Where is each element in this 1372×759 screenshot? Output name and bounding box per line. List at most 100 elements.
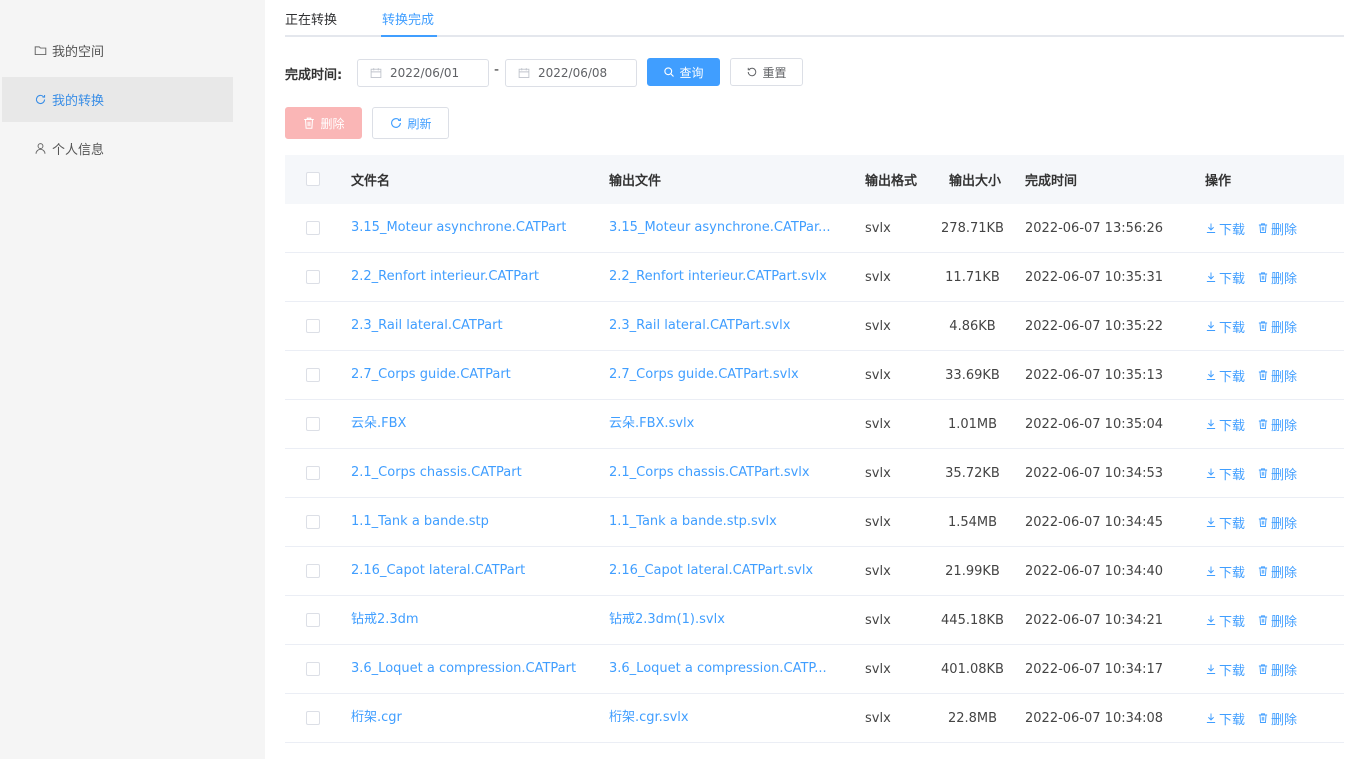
refresh-button-label: 刷新 — [407, 116, 432, 131]
filename-cell: 钻戒2.3dm — [351, 596, 601, 644]
download-icon — [1206, 370, 1216, 380]
download-button[interactable]: 下载 — [1205, 415, 1245, 434]
row-select-cell — [306, 547, 320, 595]
filename-cell: 2.16_Capot lateral.CATPart — [351, 547, 601, 595]
output-file-link[interactable]: 桁架.cgr.svlx — [609, 694, 689, 742]
download-button[interactable]: 下载 — [1205, 611, 1245, 630]
download-button[interactable]: 下载 — [1205, 366, 1245, 385]
download-label: 下载 — [1219, 712, 1246, 728]
filename-link[interactable]: 钻戒2.3dm — [351, 596, 419, 644]
download-label: 下载 — [1219, 614, 1246, 630]
select-all-checkbox[interactable] — [306, 172, 320, 186]
download-label: 下载 — [1219, 516, 1246, 532]
row-delete-button[interactable]: 删除 — [1257, 562, 1297, 581]
filename-cell: 3.6_Loquet a compression.CATPart — [351, 645, 601, 693]
download-button[interactable]: 下载 — [1205, 268, 1245, 287]
row-checkbox[interactable] — [306, 319, 320, 333]
filename-link[interactable]: 2.2_Renfort interieur.CATPart — [351, 253, 539, 301]
output-file-link[interactable]: 1.1_Tank a bande.stp.svlx — [609, 498, 777, 546]
filename-link[interactable]: 2.7_Corps guide.CATPart — [351, 351, 511, 399]
output-file-link[interactable]: 3.15_Moteur asynchrone.CATPar... — [609, 204, 831, 252]
row-checkbox[interactable] — [306, 662, 320, 676]
row-checkbox[interactable] — [306, 613, 320, 627]
output-cell: 1.1_Tank a bande.stp.svlx — [609, 498, 849, 546]
output-file-link[interactable]: 钻戒2.3dm(1).svlx — [609, 596, 725, 644]
row-checkbox[interactable] — [306, 711, 320, 725]
row-delete-button[interactable]: 删除 — [1257, 660, 1297, 679]
filename-link[interactable]: 3.6_Loquet a compression.CATPart — [351, 645, 576, 693]
row-checkbox[interactable] — [306, 466, 320, 480]
download-button[interactable]: 下载 — [1205, 709, 1245, 728]
row-checkbox[interactable] — [306, 221, 320, 235]
sidebar-item-my-space[interactable]: 我的空间 — [2, 28, 233, 73]
download-button[interactable]: 下载 — [1205, 464, 1245, 483]
filename-link[interactable]: 云朵.FBX — [351, 400, 406, 448]
size-cell: 35.72KB — [945, 465, 1000, 481]
actions-cell: 下载 删除 — [1205, 645, 1309, 693]
row-checkbox[interactable] — [306, 417, 320, 431]
output-file-link[interactable]: 云朵.FBX.svlx — [609, 400, 694, 448]
filename-link[interactable]: 2.1_Corps chassis.CATPart — [351, 449, 522, 497]
reset-button[interactable]: 重置 — [730, 58, 803, 86]
select-all-cell — [306, 155, 320, 203]
size-cell: 1.01MB — [947, 416, 998, 432]
table-header: 文件名 输出文件 输出格式 输出大小 完成时间 操作 — [285, 155, 1344, 204]
refresh-button[interactable]: 刷新 — [372, 107, 449, 139]
row-delete-button[interactable]: 删除 — [1257, 219, 1297, 238]
row-checkbox[interactable] — [306, 270, 320, 284]
row-checkbox[interactable] — [306, 515, 320, 529]
output-file-link[interactable]: 2.7_Corps guide.CATPart.svlx — [609, 351, 799, 399]
row-delete-button[interactable]: 删除 — [1257, 709, 1297, 728]
download-button[interactable]: 下载 — [1205, 660, 1245, 679]
output-cell: 2.2_Renfort interieur.CATPart.svlx — [609, 253, 849, 301]
download-icon — [1206, 419, 1216, 429]
row-delete-button[interactable]: 删除 — [1257, 611, 1297, 630]
output-file-link[interactable]: 3.6_Loquet a compression.CATP... — [609, 645, 827, 693]
row-checkbox[interactable] — [306, 564, 320, 578]
download-button[interactable]: 下载 — [1205, 317, 1245, 336]
output-file-link[interactable]: 2.2_Renfort interieur.CATPart.svlx — [609, 253, 827, 301]
format-cell: svlx — [865, 563, 891, 579]
sidebar-item-label: 我的空间 — [52, 45, 105, 60]
format-cell: svlx — [865, 661, 891, 677]
size-cell: 22.8MB — [947, 710, 998, 726]
sidebar-item-my-conversions[interactable]: 我的转换 — [2, 77, 233, 122]
output-file-link[interactable]: 2.3_Rail lateral.CATPart.svlx — [609, 302, 790, 350]
trash-icon — [1258, 370, 1268, 380]
tab-converting[interactable]: 正在转换 — [285, 9, 337, 28]
row-delete-button[interactable]: 删除 — [1257, 415, 1297, 434]
row-delete-button[interactable]: 删除 — [1257, 268, 1297, 287]
filename-link[interactable]: 3.15_Moteur asynchrone.CATPart — [351, 204, 566, 252]
end-date-input[interactable]: 2022/06/08 — [505, 59, 637, 87]
filename-link[interactable]: 2.3_Rail lateral.CATPart — [351, 302, 503, 350]
row-delete-button[interactable]: 删除 — [1257, 513, 1297, 532]
output-file-link[interactable]: 2.16_Capot lateral.CATPart.svlx — [609, 547, 813, 595]
row-delete-button[interactable]: 删除 — [1257, 366, 1297, 385]
filename-cell: 2.2_Renfort interieur.CATPart — [351, 253, 601, 301]
trash-icon — [1258, 615, 1268, 625]
download-label: 下载 — [1219, 663, 1246, 679]
tab-completed[interactable]: 转换完成 — [382, 9, 434, 28]
download-button[interactable]: 下载 — [1205, 513, 1245, 532]
sidebar-item-profile[interactable]: 个人信息 — [2, 126, 233, 171]
download-button[interactable]: 下载 — [1205, 562, 1245, 581]
download-button[interactable]: 下载 — [1205, 219, 1245, 238]
row-checkbox[interactable] — [306, 368, 320, 382]
size-cell: 401.08KB — [941, 661, 1004, 677]
filename-link[interactable]: 桁架.cgr — [351, 694, 402, 742]
filename-cell: 2.1_Corps chassis.CATPart — [351, 449, 601, 497]
start-date-input[interactable]: 2022/06/01 — [357, 59, 489, 87]
output-cell: 2.3_Rail lateral.CATPart.svlx — [609, 302, 849, 350]
actions-cell: 下载 删除 — [1205, 351, 1309, 399]
size-cell: 1.54MB — [947, 514, 998, 530]
output-file-link[interactable]: 2.1_Corps chassis.CATPart.svlx — [609, 449, 810, 497]
actions-cell: 下载 删除 — [1205, 204, 1309, 252]
filename-link[interactable]: 1.1_Tank a bande.stp — [351, 498, 489, 546]
row-delete-button[interactable]: 删除 — [1257, 464, 1297, 483]
row-delete-button[interactable]: 删除 — [1257, 317, 1297, 336]
delete-button[interactable]: 删除 — [285, 107, 362, 139]
query-button[interactable]: 查询 — [647, 58, 720, 86]
row-delete-label: 删除 — [1271, 516, 1298, 532]
size-cell: 4.86KB — [949, 318, 996, 334]
filename-link[interactable]: 2.16_Capot lateral.CATPart — [351, 547, 525, 595]
